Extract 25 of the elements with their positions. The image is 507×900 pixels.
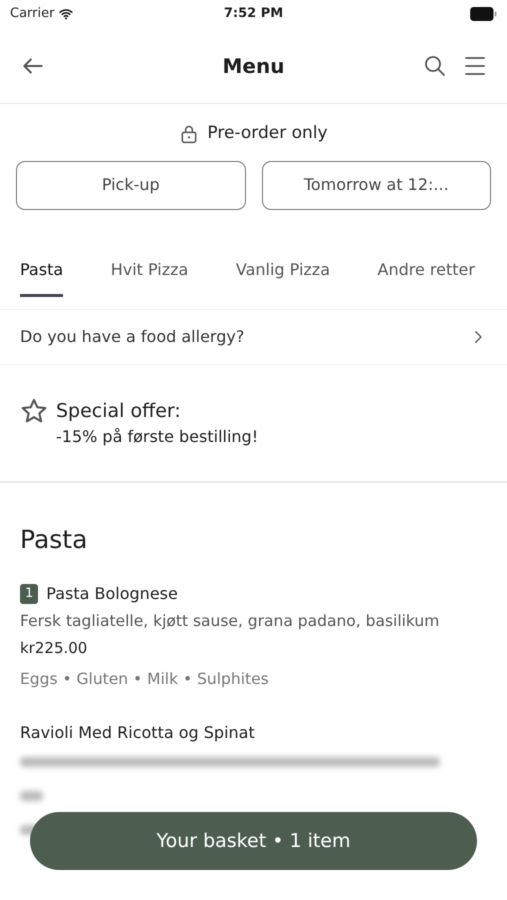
basket-button[interactable]: Your basket • 1 item [30,812,477,870]
section-title: Pasta [20,524,88,556]
item-name[interactable]: Ravioli Med Ricotta og Spinat [20,721,255,745]
page-title: Menu [222,54,284,78]
category-tab[interactable]: Hvit Pizza [110,248,188,296]
offer-title: Special offer: [56,398,182,424]
clock: 7:52 PM [224,6,284,22]
search-icon [423,54,447,78]
option-button[interactable]: Pick-up [16,160,246,210]
quantity-badge: 1 [20,584,38,604]
search-button[interactable] [423,53,447,78]
allergy-row[interactable]: Do you have a food allergy? [0,308,507,364]
wifi-icon [58,7,74,21]
star-icon [20,396,48,424]
offer-text: -15% på første bestilling! [56,426,258,448]
allergen-list: Eggs • Gluten • Milk • Sulphites [20,668,487,691]
notice-text: Pre-order only [207,122,328,145]
item-price: kr225.00 [20,638,88,660]
item-description: Fersk tagliatelle, kjøtt sause, grana padano, basilikum [20,611,440,632]
item-name[interactable]: Pasta Bolognese [46,582,178,606]
category-tab[interactable]: Andre retter [378,248,475,296]
carrier-name: Carrier [10,5,54,24]
category-tab[interactable]: Vanlig Pizza [236,248,330,296]
category-tab[interactable]: Pasta [20,248,64,296]
option-button[interactable]: Tomorrow at 12:... [262,160,491,210]
